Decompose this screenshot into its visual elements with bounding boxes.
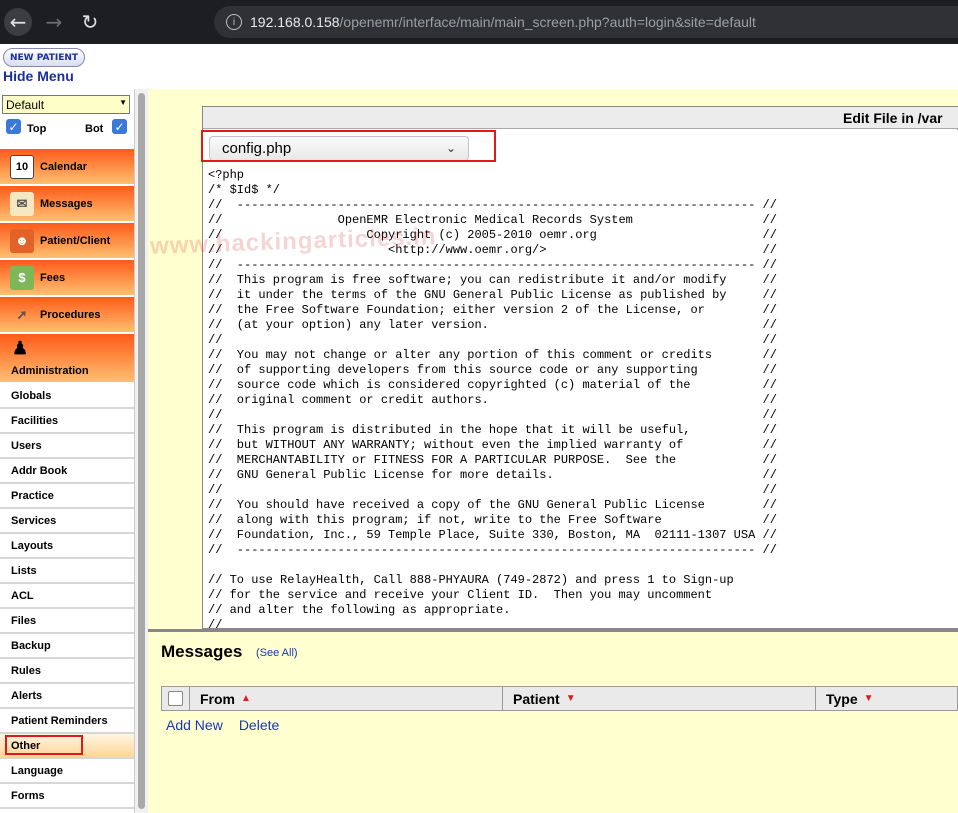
- submenu-files[interactable]: Files: [0, 609, 134, 634]
- column-label: Patient: [513, 690, 560, 707]
- message-actions: Add New Delete: [166, 717, 279, 733]
- sort-down-icon: ▼: [565, 693, 576, 704]
- select-all-checkbox[interactable]: [168, 691, 183, 706]
- sort-up-icon: ▲: [241, 693, 251, 704]
- menu-calendar[interactable]: 10 Calendar: [0, 149, 134, 184]
- bot-checkbox[interactable]: ✓: [112, 119, 127, 134]
- admin-icon: ♟: [12, 338, 29, 358]
- administration-label: Administration: [11, 365, 89, 377]
- column-type[interactable]: Type ▼: [816, 687, 957, 710]
- file-select-value: config.php: [222, 140, 292, 157]
- submenu-forms[interactable]: Forms: [0, 784, 134, 809]
- column-label: From: [200, 690, 235, 707]
- submenu-users[interactable]: Users: [0, 434, 134, 459]
- file-editor: Edit File in /var config.php ⌄ <?php /* …: [202, 106, 958, 629]
- menu-label: Calendar: [40, 160, 88, 173]
- menu-administration[interactable]: ♟ Administration: [0, 334, 134, 382]
- submenu-addr-book[interactable]: Addr Book: [0, 459, 134, 484]
- submenu-lists[interactable]: Lists: [0, 559, 134, 584]
- submenu-alerts[interactable]: Alerts: [0, 684, 134, 709]
- submenu-language[interactable]: Language: [0, 759, 134, 784]
- back-icon[interactable]: ←: [4, 8, 32, 36]
- menu-fees[interactable]: $ Fees: [0, 260, 134, 295]
- left-nav: Default ▼ ✓ Top Bot ✓ 10 Calendar ✉ Mess…: [0, 89, 134, 813]
- url-path: /openemr/interface/main/main_screen.php?…: [339, 14, 756, 30]
- sort-down-icon: ▼: [863, 693, 874, 704]
- messages-table-header: From ▲ Patient ▼ Type ▼: [161, 686, 958, 711]
- syringe-icon: ➚: [16, 306, 28, 322]
- submenu-other[interactable]: Other: [0, 734, 134, 759]
- add-new-link[interactable]: Add New: [166, 717, 223, 733]
- address-bar[interactable]: i 192.168.0.158/openemr/interface/main/m…: [214, 6, 958, 38]
- bot-label: Bot: [85, 123, 104, 135]
- editor-title: Edit File in /var: [203, 107, 958, 129]
- frame-divider[interactable]: [148, 629, 958, 632]
- nav-select-value: Default: [6, 97, 45, 112]
- envelope-icon: ✉: [10, 191, 34, 216]
- menu-patient-client[interactable]: ☻ Patient/Client: [0, 223, 134, 258]
- menu-procedures[interactable]: ➚ Procedures: [0, 297, 134, 332]
- info-icon[interactable]: i: [226, 14, 242, 30]
- forward-icon[interactable]: →: [40, 8, 68, 36]
- top-checkbox[interactable]: ✓: [6, 119, 21, 134]
- chevron-down-icon: ⌄: [445, 141, 456, 155]
- messages-title: Messages: [161, 642, 243, 661]
- url-host: 192.168.0.158: [250, 14, 340, 30]
- submenu-backup[interactable]: Backup: [0, 634, 134, 659]
- main-panel: Edit File in /var config.php ⌄ <?php /* …: [148, 89, 958, 813]
- top-label: Top: [27, 123, 47, 135]
- hide-menu-link[interactable]: Hide Menu: [3, 68, 74, 84]
- see-all-link[interactable]: (See All): [256, 647, 298, 659]
- menu-label: Procedures: [40, 308, 101, 321]
- column-from[interactable]: From ▲: [190, 687, 503, 710]
- person-icon: ☻: [10, 228, 34, 253]
- submenu-practice[interactable]: Practice: [0, 484, 134, 509]
- top-frame: NEW PATIENT Hide Menu: [0, 44, 958, 89]
- reload-icon[interactable]: ↻: [76, 8, 104, 36]
- select-arrow-icon: ▼: [119, 98, 127, 107]
- file-bar: config.php ⌄: [203, 130, 958, 168]
- column-patient[interactable]: Patient ▼: [503, 687, 816, 710]
- file-select[interactable]: config.php ⌄: [209, 136, 469, 161]
- nav-select[interactable]: Default ▼: [2, 95, 130, 114]
- money-icon: $: [10, 265, 34, 290]
- menu-label: Fees: [40, 271, 66, 284]
- submenu-services[interactable]: Services: [0, 509, 134, 534]
- calendar-icon: 10: [10, 154, 34, 179]
- submenu-facilities[interactable]: Facilities: [0, 409, 134, 434]
- delete-link[interactable]: Delete: [239, 717, 279, 733]
- submenu-rules[interactable]: Rules: [0, 659, 134, 684]
- new-patient-button[interactable]: NEW PATIENT: [3, 48, 85, 67]
- select-all-cell: [162, 687, 190, 710]
- menu-label: Patient/Client: [40, 234, 111, 247]
- submenu-layouts[interactable]: Layouts: [0, 534, 134, 559]
- submenu-acl[interactable]: ACL: [0, 584, 134, 609]
- browser-toolbar: ← → ↻ i 192.168.0.158/openemr/interface/…: [0, 0, 958, 44]
- menu-label: Messages: [40, 197, 93, 210]
- scrollbar-thumb[interactable]: [138, 93, 145, 809]
- submenu-globals[interactable]: Globals: [0, 384, 134, 409]
- menu-messages[interactable]: ✉ Messages: [0, 186, 134, 221]
- nav-scrollbar[interactable]: [134, 89, 148, 813]
- column-label: Type: [826, 690, 858, 707]
- submenu-patient-reminders[interactable]: Patient Reminders: [0, 709, 134, 734]
